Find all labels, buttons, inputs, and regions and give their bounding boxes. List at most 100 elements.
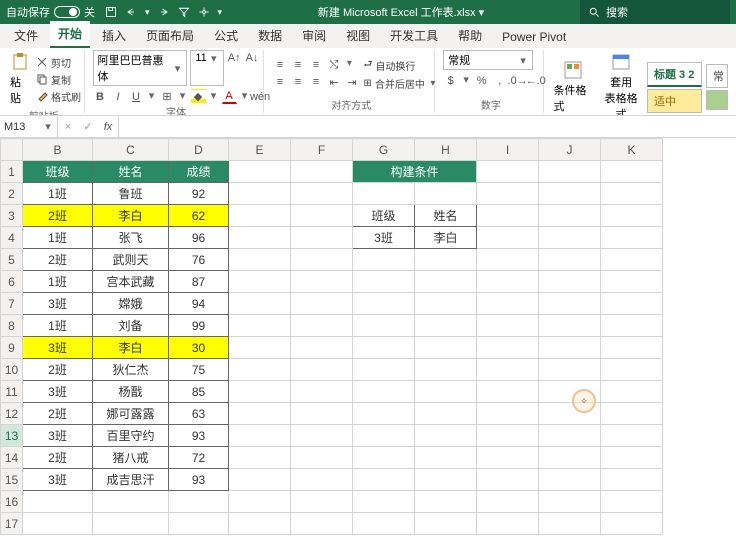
phonetic-button[interactable]: wén: [253, 89, 268, 104]
col-header-G[interactable]: G: [353, 139, 415, 161]
cell-K1[interactable]: [601, 161, 663, 183]
cell-G8[interactable]: [353, 315, 415, 337]
select-all-corner[interactable]: [1, 139, 23, 161]
font-size-select[interactable]: 11▾: [190, 50, 223, 86]
cell-G11[interactable]: [353, 381, 415, 403]
cell-F6[interactable]: [291, 271, 353, 293]
cell-C3[interactable]: 李白: [93, 205, 169, 227]
cell-E1[interactable]: [229, 161, 291, 183]
cell-F2[interactable]: [291, 183, 353, 205]
cell-I15[interactable]: [477, 469, 539, 491]
cell-E6[interactable]: [229, 271, 291, 293]
cell-F14[interactable]: [291, 447, 353, 469]
cell-H4[interactable]: 李白: [415, 227, 477, 249]
tab-视图[interactable]: 视图: [338, 23, 378, 48]
cell-E3[interactable]: [229, 205, 291, 227]
cell-E9[interactable]: [229, 337, 291, 359]
cell-B15[interactable]: 3班: [23, 469, 93, 491]
row-header-5[interactable]: 5: [1, 249, 23, 271]
cell-E16[interactable]: [229, 491, 291, 513]
cell-G9[interactable]: [353, 337, 415, 359]
number-format-select[interactable]: 常规▾: [443, 50, 533, 70]
copy-button[interactable]: 复制: [36, 72, 81, 87]
cell-H5[interactable]: [415, 249, 477, 271]
cell-C8[interactable]: 刘备: [93, 315, 169, 337]
tab-审阅[interactable]: 审阅: [294, 23, 334, 48]
cell-K16[interactable]: [601, 491, 663, 513]
cell-I3[interactable]: [477, 205, 539, 227]
cell-K9[interactable]: [601, 337, 663, 359]
cell-K2[interactable]: [601, 183, 663, 205]
tab-帮助[interactable]: 帮助: [450, 23, 490, 48]
wrap-text-button[interactable]: ⮐自动换行: [363, 57, 437, 74]
tab-公式[interactable]: 公式: [206, 23, 246, 48]
cell-B1[interactable]: 班级: [23, 161, 93, 183]
row-header-7[interactable]: 7: [1, 293, 23, 315]
row-header-4[interactable]: 4: [1, 227, 23, 249]
cell-G13[interactable]: [353, 425, 415, 447]
cell-G2[interactable]: [353, 183, 415, 205]
italic-button[interactable]: I: [111, 89, 126, 104]
undo-icon[interactable]: [125, 6, 137, 18]
cell-B5[interactable]: 2班: [23, 249, 93, 271]
cell-I10[interactable]: [477, 359, 539, 381]
tab-开始[interactable]: 开始: [50, 21, 90, 48]
cell-J17[interactable]: [539, 513, 601, 535]
cell-K8[interactable]: [601, 315, 663, 337]
cell-F12[interactable]: [291, 403, 353, 425]
cell-H8[interactable]: [415, 315, 477, 337]
cell-D9[interactable]: 30: [169, 337, 229, 359]
cell-E5[interactable]: [229, 249, 291, 271]
dropdown-icon[interactable]: ▾: [145, 7, 150, 18]
cell-H11[interactable]: [415, 381, 477, 403]
cell-B9[interactable]: 3班: [23, 337, 93, 359]
cell-E10[interactable]: [229, 359, 291, 381]
redo-icon[interactable]: [158, 6, 170, 18]
cell-H2[interactable]: [415, 183, 477, 205]
cell-H12[interactable]: [415, 403, 477, 425]
cell-K11[interactable]: [601, 381, 663, 403]
cell-C10[interactable]: 狄仁杰: [93, 359, 169, 381]
cell-I9[interactable]: [477, 337, 539, 359]
cell-D2[interactable]: 92: [169, 183, 229, 205]
cell-F11[interactable]: [291, 381, 353, 403]
cell-I5[interactable]: [477, 249, 539, 271]
cell-I16[interactable]: [477, 491, 539, 513]
cell-C9[interactable]: 李白: [93, 337, 169, 359]
row-header-9[interactable]: 9: [1, 337, 23, 359]
cell-C12[interactable]: 娜可露露: [93, 403, 169, 425]
cell-G16[interactable]: [353, 491, 415, 513]
cell-I14[interactable]: [477, 447, 539, 469]
cell-F3[interactable]: [291, 205, 353, 227]
fx-icon[interactable]: fx: [98, 121, 118, 133]
cell-B17[interactable]: [23, 513, 93, 535]
cell-J13[interactable]: [539, 425, 601, 447]
cell-C13[interactable]: 百里守约: [93, 425, 169, 447]
cell-B4[interactable]: 1班: [23, 227, 93, 249]
cell-C4[interactable]: 张飞: [93, 227, 169, 249]
merge-button[interactable]: ⊞合并后居中▾: [363, 76, 437, 91]
cell-J15[interactable]: [539, 469, 601, 491]
cell-J10[interactable]: [539, 359, 601, 381]
row-header-16[interactable]: 16: [1, 491, 23, 513]
cell-D16[interactable]: [169, 491, 229, 513]
cell-J2[interactable]: [539, 183, 601, 205]
cell-F4[interactable]: [291, 227, 353, 249]
enter-icon[interactable]: ✓: [78, 120, 98, 133]
align-left-icon[interactable]: ≡: [272, 75, 287, 90]
cell-E12[interactable]: [229, 403, 291, 425]
cell-J3[interactable]: [539, 205, 601, 227]
cell-D11[interactable]: 85: [169, 381, 229, 403]
cell-H9[interactable]: [415, 337, 477, 359]
font-name-select[interactable]: 阿里巴巴普惠体▾: [93, 50, 188, 86]
cell-C1[interactable]: 姓名: [93, 161, 169, 183]
row-header-13[interactable]: 13: [1, 425, 23, 447]
cell-D1[interactable]: 成绩: [169, 161, 229, 183]
cell-C11[interactable]: 杨戬: [93, 381, 169, 403]
fill-color-button[interactable]: ◆: [191, 89, 206, 104]
cell-F10[interactable]: [291, 359, 353, 381]
align-right-icon[interactable]: ≡: [308, 75, 323, 90]
cell-E2[interactable]: [229, 183, 291, 205]
cell-K13[interactable]: [601, 425, 663, 447]
cell-style-1[interactable]: 标题 3 2: [647, 62, 702, 87]
